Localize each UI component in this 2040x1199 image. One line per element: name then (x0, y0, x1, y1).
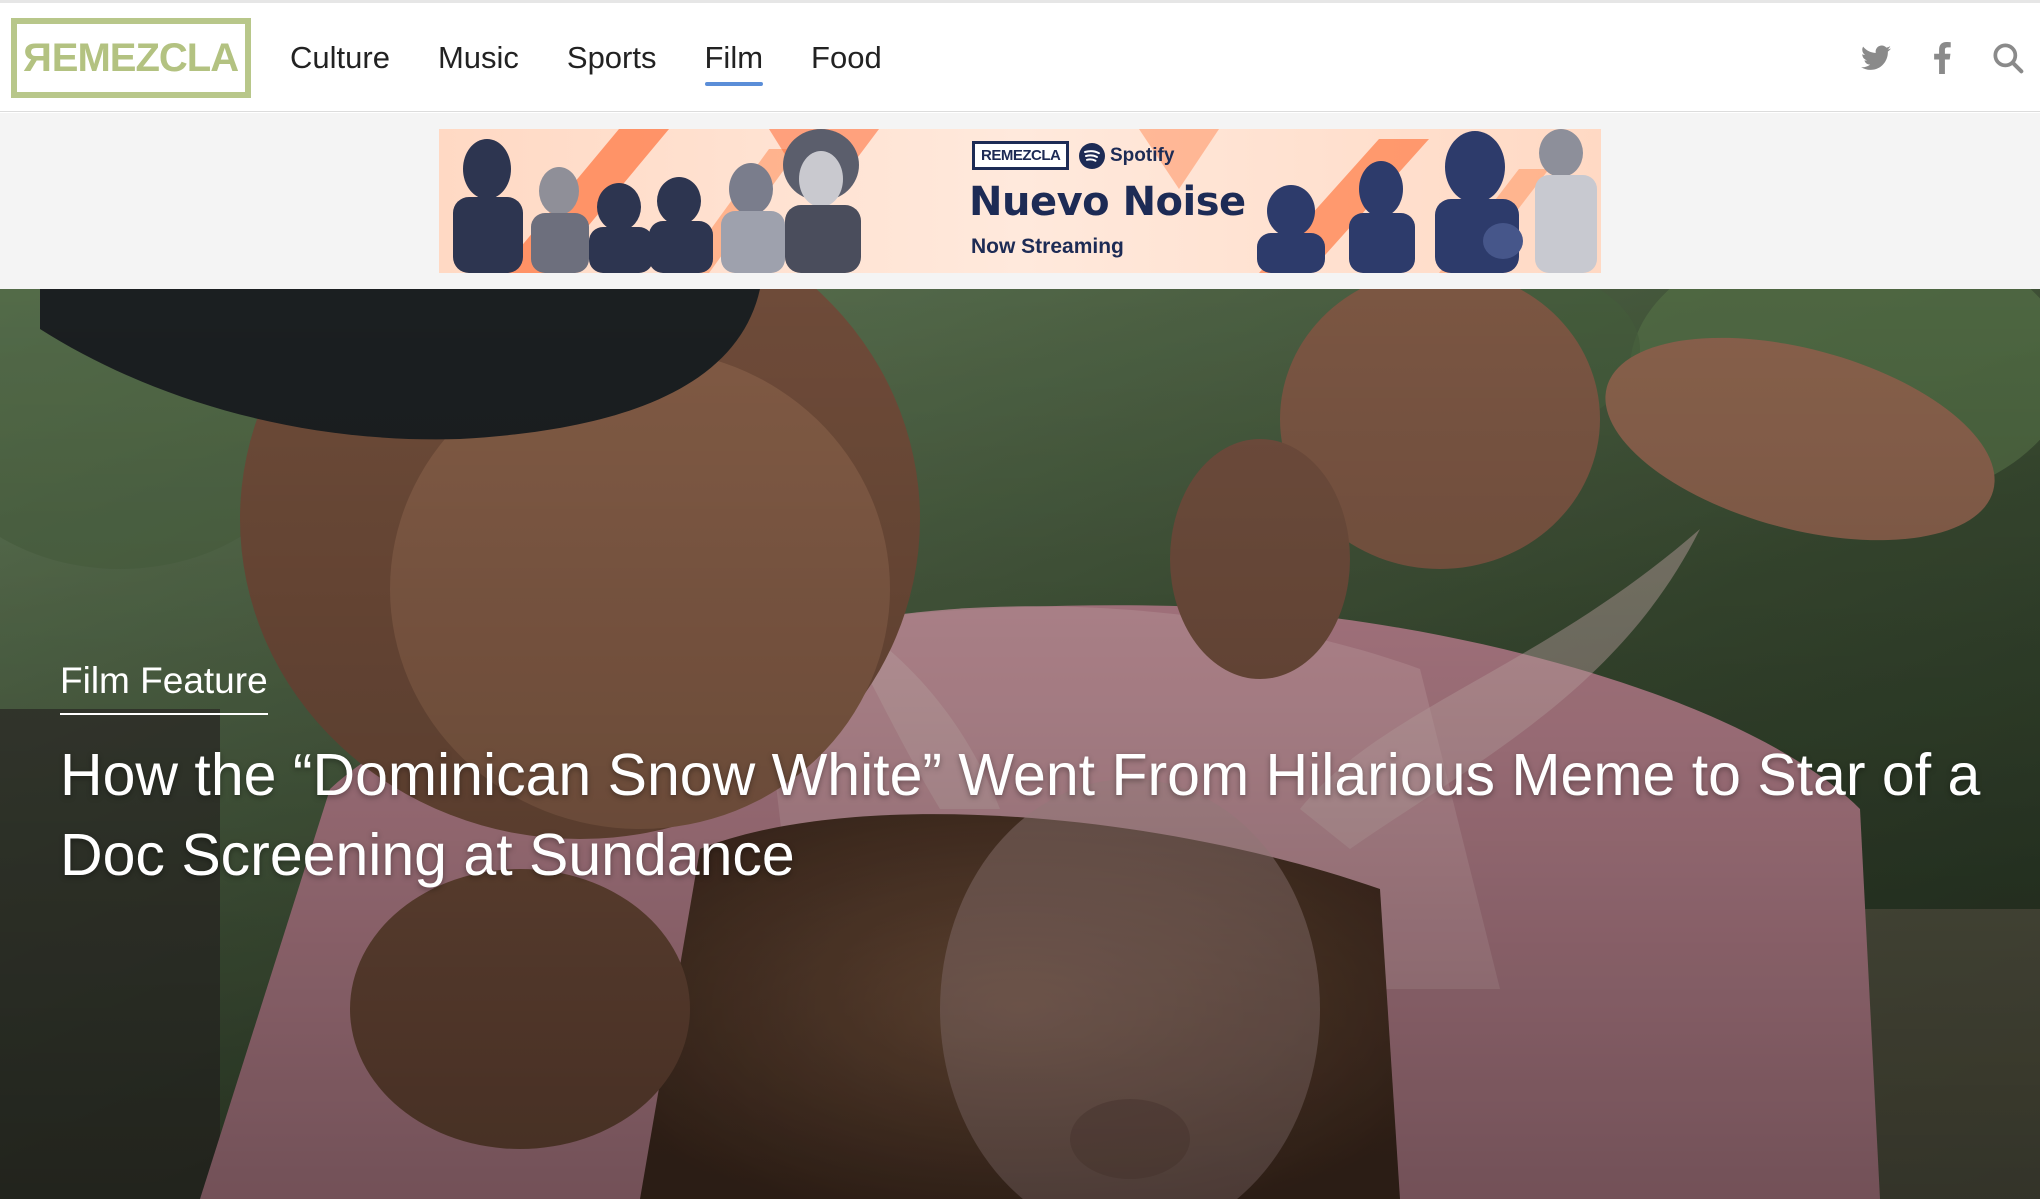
site-logo[interactable]: REMEZCLA (11, 18, 251, 98)
main-nav: Culture Music Sports Film Food (290, 3, 930, 112)
nav-item-music[interactable]: Music (438, 38, 519, 78)
nav-item-sports[interactable]: Sports (567, 38, 657, 78)
ad-band: REMEZCLA Spotify Nuevo Noise Now Streami… (0, 113, 2040, 289)
ad-brand-logo: REMEZCLA (972, 141, 1070, 170)
spotify-icon (1079, 143, 1105, 169)
search-icon[interactable] (1990, 40, 2026, 76)
site-header: REMEZCLA Culture Music Sports Film Food (0, 3, 2040, 112)
facebook-icon[interactable] (1924, 40, 1960, 76)
hero-feature[interactable]: Film Feature How the “Dominican Snow Whi… (0, 289, 2040, 1199)
article-kicker[interactable]: Film Feature (60, 661, 268, 715)
nav-item-food[interactable]: Food (811, 38, 882, 78)
ad-partner-label: Spotify (1110, 145, 1175, 166)
twitter-icon[interactable] (1858, 40, 1894, 76)
ad-subtitle: Now Streaming (971, 235, 1124, 258)
ad-banner[interactable]: REMEZCLA Spotify Nuevo Noise Now Streami… (439, 129, 1601, 273)
ad-partner: Spotify (1079, 143, 1174, 169)
logo-wordmark: REMEZCLA (23, 35, 239, 80)
nav-item-culture[interactable]: Culture (290, 38, 390, 78)
header-icons (1828, 3, 2026, 112)
ad-title: Nuevo Noise (969, 179, 1246, 225)
article-headline[interactable]: How the “Dominican Snow White” Went From… (60, 735, 2000, 895)
nav-item-film[interactable]: Film (704, 38, 763, 86)
